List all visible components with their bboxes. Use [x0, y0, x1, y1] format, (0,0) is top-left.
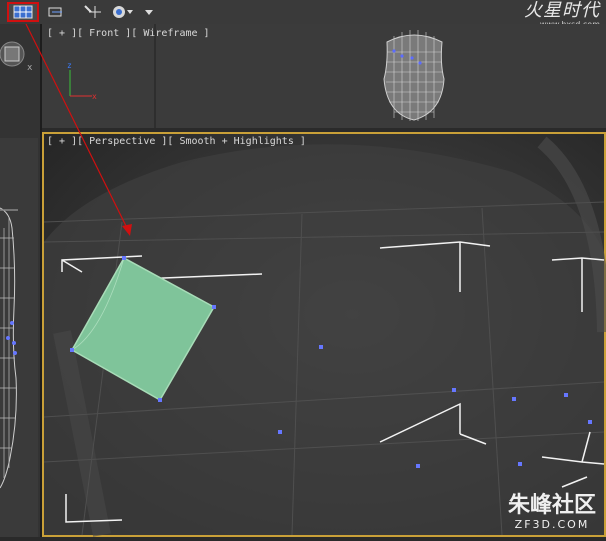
dropdown-arrow-icon — [145, 10, 153, 15]
watermark-subtitle: ZF3D.COM — [514, 518, 590, 531]
render-icon — [113, 6, 133, 18]
head-wireframe — [383, 30, 445, 121]
select-button[interactable] — [46, 2, 66, 22]
stop-icon[interactable]: x — [0, 38, 36, 72]
perspective-viewport[interactable]: [ + ][ Perspective ][ Smooth + Highlight… — [42, 132, 606, 537]
main-toolbar: 火星时代 www.hxsd.com — [0, 0, 606, 29]
perspective-viewport-canvas — [43, 134, 606, 537]
perspective-viewport-label[interactable]: [ + ][ Perspective ][ Smooth + Highlight… — [47, 136, 306, 147]
viewport-layout-button[interactable] — [7, 2, 39, 22]
viewport-layout-icon — [13, 5, 33, 19]
svg-text:x: x — [92, 92, 97, 101]
front-viewport-canvas: z x — [67, 24, 445, 128]
front-viewport[interactable]: [ + ][ Front ][ Wireframe ] z x — [42, 24, 606, 128]
watermark: 朱峰社区 ZF3D.COM — [507, 493, 596, 532]
toolbar-dropdown[interactable] — [142, 2, 156, 22]
brand-logo-text: 火星时代 — [524, 0, 600, 21]
move-icon — [84, 5, 101, 18]
wireframe-head-mesh — [0, 207, 18, 489]
select-icon — [48, 7, 62, 17]
watermark-title: 朱峰社区 — [507, 493, 596, 518]
svg-text:z: z — [67, 61, 72, 70]
render-button[interactable] — [110, 2, 136, 22]
left-viewport[interactable] — [0, 138, 38, 537]
move-button[interactable] — [82, 2, 102, 22]
svg-text:x: x — [27, 63, 33, 72]
